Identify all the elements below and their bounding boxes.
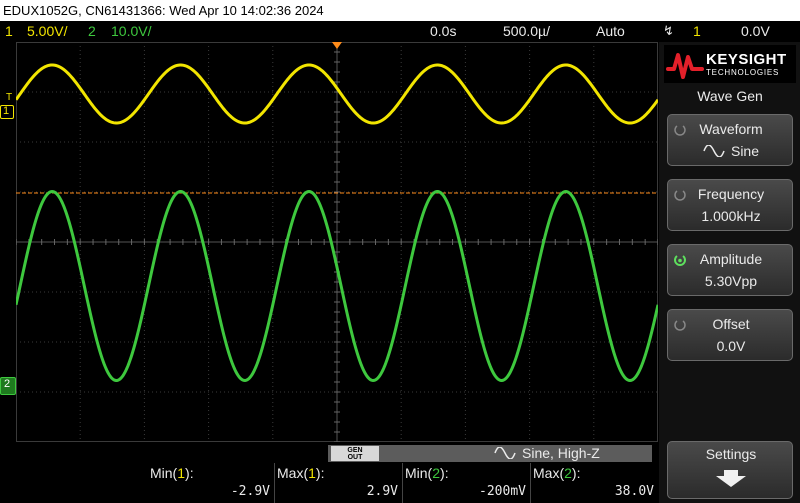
logo-subtitle: TECHNOLOGIES [706, 68, 780, 77]
sine-wave-icon [703, 144, 725, 158]
offset-label: Offset [712, 316, 750, 332]
ch2-ground-marker[interactable]: 2 [0, 377, 16, 395]
waveform-display[interactable] [16, 42, 658, 442]
time-delay[interactable]: 0.0s [430, 21, 456, 41]
measurement-value: -200mV [479, 484, 526, 499]
measurement-min-ch2[interactable]: Min(2): -200mV [403, 463, 530, 503]
ch1-ground-marker[interactable]: 1 [0, 105, 14, 119]
trigger-source[interactable]: 1 [693, 21, 701, 41]
settings-softkey[interactable]: Settings [667, 441, 793, 499]
measurement-max-ch2[interactable]: Max(2): 38.0V [531, 463, 658, 503]
waveform-value-row: Sine [668, 143, 794, 159]
keysight-logo: KEYSIGHT TECHNOLOGIES [664, 45, 796, 83]
trigger-mode[interactable]: Auto [596, 21, 625, 41]
measurement-min-ch1[interactable]: Min(1): -2.9V [148, 463, 274, 503]
trigger-level[interactable]: 0.0V [741, 21, 770, 41]
amplitude-softkey[interactable]: Amplitude 5.30Vpp [667, 244, 793, 296]
waveform-label: Waveform [699, 121, 763, 137]
amplitude-label: Amplitude [699, 251, 763, 267]
keysight-wave-icon [666, 53, 704, 79]
ch2-number[interactable]: 2 [88, 21, 96, 41]
sine-wave-icon [494, 446, 516, 460]
frequency-label: Frequency [697, 186, 765, 202]
arrow-down-icon [716, 470, 746, 487]
status-bar: 1 5.00V/ 2 10.0V/ 0.0s 500.0µ/ Auto ↯ 1 … [0, 21, 800, 41]
gen-out-text: Sine, High-Z [522, 445, 600, 461]
measurement-value: 2.9V [366, 484, 398, 499]
ch1-number[interactable]: 1 [5, 21, 13, 41]
title-bar: EDUX1052G, CN61431366: Wed Apr 10 14:02:… [0, 0, 800, 21]
measurement-value: 38.0V [614, 484, 654, 499]
settings-label: Settings [705, 446, 757, 462]
gen-out-badge: GEN OUT [331, 446, 379, 461]
frequency-value: 1.000kHz [701, 208, 761, 224]
offset-softkey[interactable]: Offset 0.0V [667, 309, 793, 361]
amplitude-value: 5.30Vpp [704, 273, 758, 289]
waveform-value: Sine [730, 143, 760, 159]
logo-name: KEYSIGHT [706, 51, 787, 68]
measurement-value: -2.9V [230, 484, 270, 499]
offset-value: 0.0V [716, 338, 746, 354]
graticule [16, 42, 658, 442]
wave-gen-title: Wave Gen [697, 88, 763, 104]
measurement-max-ch1[interactable]: Max(1): 2.9V [275, 463, 402, 503]
ch2-scale[interactable]: 10.0V/ [111, 21, 151, 41]
trigger-position-marker[interactable] [332, 42, 342, 49]
waveform-softkey[interactable]: Waveform Sine [667, 114, 793, 166]
frequency-softkey[interactable]: Frequency 1.000kHz [667, 179, 793, 231]
trigger-level-marker[interactable]: T [6, 93, 12, 103]
trigger-edge-icon: ↯ [663, 23, 674, 38]
time-scale[interactable]: 500.0µ/ [503, 21, 550, 41]
gen-out-status: Sine, High-Z [494, 444, 600, 463]
ch1-scale[interactable]: 5.00V/ [27, 21, 67, 41]
oscilloscope-screen: EDUX1052G, CN61431366: Wed Apr 10 14:02:… [0, 0, 800, 503]
title-text: EDUX1052G, CN61431366: Wed Apr 10 14:02:… [3, 3, 324, 18]
